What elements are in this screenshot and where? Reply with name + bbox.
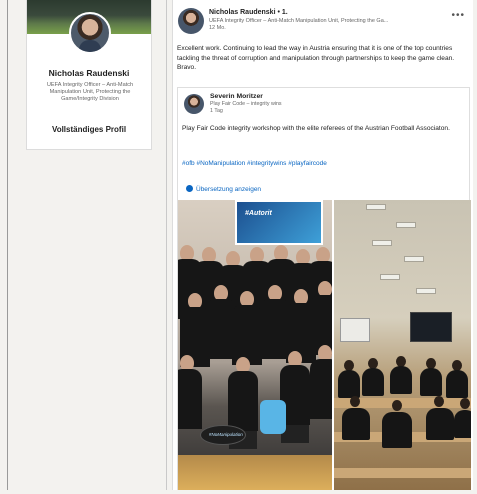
sign-text: #NoManipulation xyxy=(209,432,243,437)
globe-icon xyxy=(186,185,193,192)
whiteboard xyxy=(340,318,370,342)
translate-label: Übersetzung anzeigen xyxy=(196,186,262,193)
thumbs-up-sign xyxy=(260,400,286,434)
shared-author-avatar[interactable] xyxy=(184,94,204,114)
view-full-profile-link[interactable]: Vollständiges Profil xyxy=(27,125,151,134)
more-options-icon[interactable]: ••• xyxy=(451,10,465,21)
workshop-photo[interactable] xyxy=(334,200,471,494)
post-timestamp: 12 Mo. xyxy=(209,25,226,31)
screen-text: #Autorit xyxy=(245,210,272,217)
profile-card: Nicholas Raudenski UEFA Integrity Office… xyxy=(26,0,152,150)
post-author-name[interactable]: Nicholas Raudenski • 1. xyxy=(209,9,288,16)
profile-name[interactable]: Nicholas Raudenski xyxy=(27,68,151,78)
profile-headline: UEFA Integrity Officer – Anti-Match Mani… xyxy=(46,82,134,102)
shared-author-name[interactable]: Severin Moritzer xyxy=(210,93,263,100)
presentation-screen: #Autorit xyxy=(235,200,323,245)
hashtag-sign: #NoManipulation xyxy=(200,425,246,445)
left-border xyxy=(7,0,8,494)
hashtags-link[interactable]: #ofb #NoManipulation #integritywins #pla… xyxy=(182,160,327,167)
post-author-headline: UEFA Integrity Officer – Anti-Match Mani… xyxy=(209,18,389,24)
shared-author-headline: Play Fair Code – integrity wins xyxy=(210,101,282,107)
feed-post: Nicholas Raudenski • 1. UEFA Integrity O… xyxy=(172,0,473,494)
group-photo[interactable]: #Autorit #NoManipulation xyxy=(178,200,332,494)
bottom-edge xyxy=(0,490,477,494)
post-text: Excellent work. Continuing to lead the w… xyxy=(177,45,455,71)
translate-link[interactable]: Übersetzung anzeigen xyxy=(186,185,261,193)
column-divider xyxy=(166,0,167,494)
shared-timestamp: 1 Tag xyxy=(210,108,223,114)
shared-post[interactable]: Severin Moritzer Play Fair Code – integr… xyxy=(177,87,471,494)
wall-screen xyxy=(410,312,452,342)
shared-post-text: Play Fair Code integrity workshop with t… xyxy=(182,125,450,132)
post-author-avatar[interactable] xyxy=(178,8,204,34)
profile-avatar[interactable] xyxy=(69,12,111,54)
floor xyxy=(178,455,332,494)
